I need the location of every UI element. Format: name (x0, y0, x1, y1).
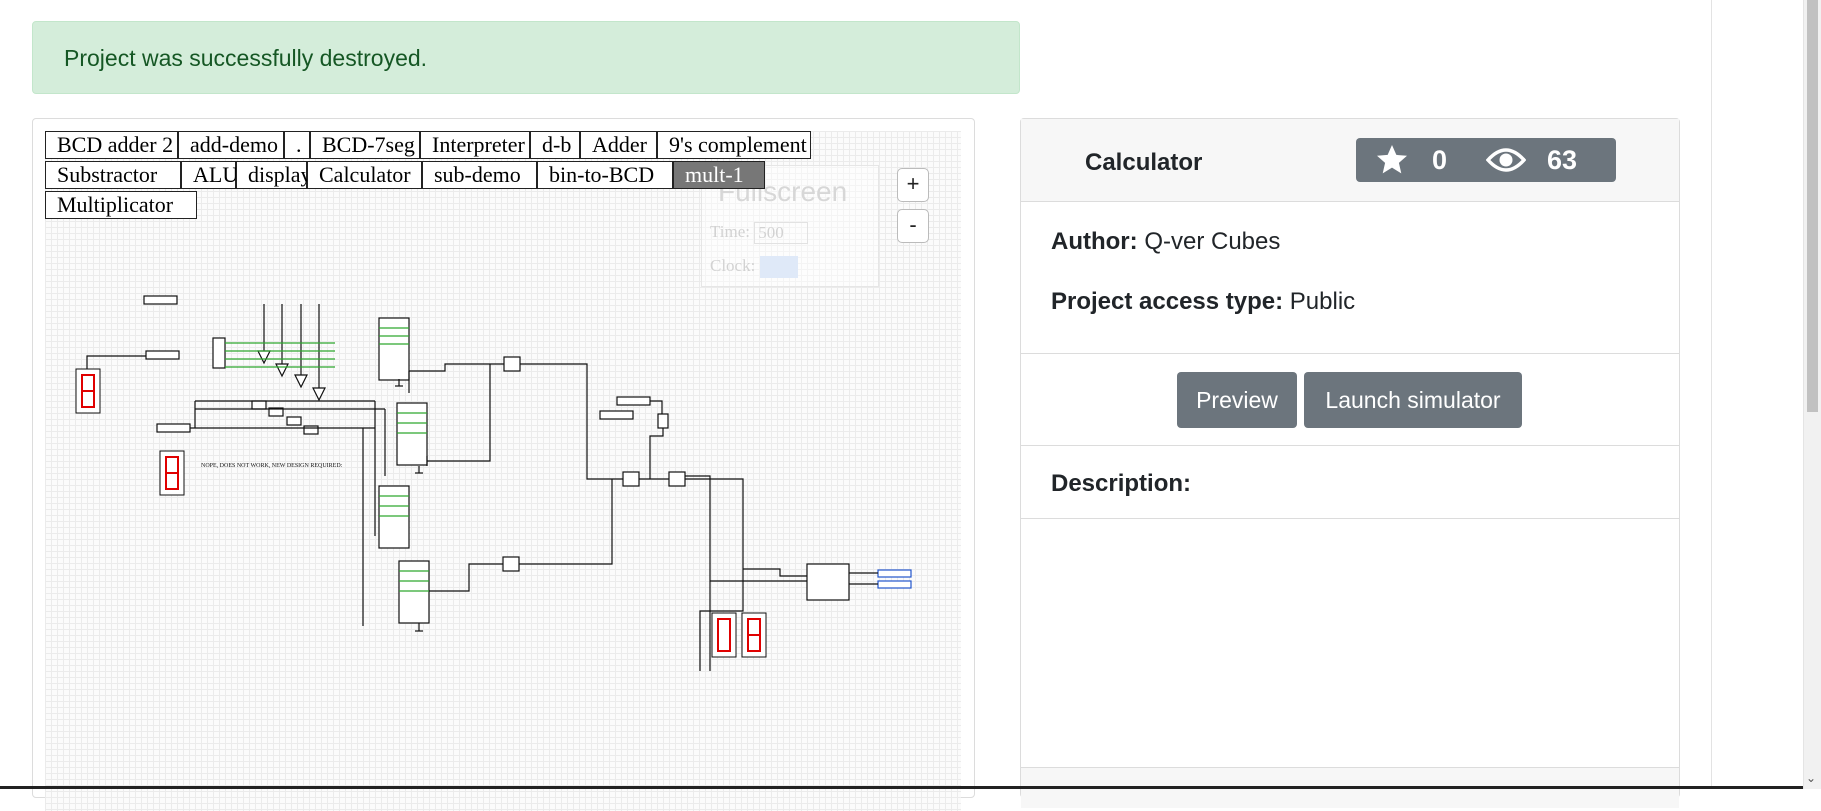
time-label: Time: (710, 222, 751, 241)
circuit-tab[interactable]: add-demo (178, 131, 284, 159)
time-input[interactable]: 500 (754, 222, 809, 245)
circuit-tab[interactable]: bin-to-BCD (537, 161, 673, 189)
author-name[interactable]: Q-ver Cubes (1144, 228, 1280, 255)
description-label: Description: (1051, 470, 1192, 497)
author-label: Author: (1051, 228, 1138, 255)
circuit-tab[interactable]: ALU (181, 161, 238, 189)
scrollbar-thumb[interactable] (1807, 0, 1818, 412)
project-header: Calculator 0 63 (1021, 119, 1679, 202)
circuit-tab[interactable]: d-b (530, 131, 580, 159)
circuit-tab[interactable]: sub-demo (422, 161, 537, 189)
author-line: Author: Q-ver Cubes (1051, 228, 1280, 256)
clock-label: Clock: (710, 256, 756, 275)
circuit-tab[interactable]: Adder (580, 131, 657, 159)
project-stats-badge: 0 63 (1356, 138, 1616, 182)
stars-count: 0 (1432, 145, 1448, 175)
circuit-tab[interactable]: Multiplicator (45, 191, 197, 219)
circuit-tab[interactable]: Calculator (307, 161, 422, 189)
circuit-tab[interactable]: . (284, 131, 310, 159)
access-type-value: Public (1289, 288, 1356, 315)
clock-control: Clock: (710, 256, 798, 279)
views-count: 63 (1547, 145, 1578, 175)
page-divider (1711, 0, 1712, 789)
simulator-card: NOPE, DOES NOT WORK, NEW DESIGN REQUIRED… (32, 118, 975, 811)
time-control: Time: 500 (710, 222, 809, 245)
circuit-tab[interactable]: Interpreter (420, 131, 530, 159)
success-alert: Project was successfully destroyed. (32, 21, 1020, 94)
clock-indicator[interactable] (759, 256, 798, 279)
project-info-card: Calculator 0 63 Author: Q-ver Cubes Proj… (1020, 118, 1680, 808)
circuit-tab[interactable]: display (236, 161, 312, 189)
project-details: Author: Q-ver Cubes Project access type:… (1021, 202, 1679, 354)
scroll-down-icon[interactable]: ⌄ (1806, 771, 1816, 785)
alert-message: Project was successfully destroyed. (64, 45, 428, 71)
access-type-line: Project access type: Public (1051, 288, 1355, 316)
project-title: Calculator (1085, 149, 1203, 176)
circuit-tab[interactable]: BCD adder 2 (45, 131, 178, 159)
simulator-canvas[interactable]: NOPE, DOES NOT WORK, NEW DESIGN REQUIRED… (45, 131, 961, 811)
page-scrollbar[interactable]: ⌄ (1803, 0, 1821, 789)
action-buttons: Preview Launch simulator (1021, 354, 1679, 446)
preview-button[interactable]: Preview (1177, 372, 1297, 428)
launch-simulator-button[interactable]: Launch simulator (1304, 372, 1522, 428)
eye-icon (1485, 146, 1527, 181)
circuit-note: NOPE, DOES NOT WORK, NEW DESIGN REQUIRED… (201, 463, 343, 469)
description-section: Description: (1021, 446, 1679, 519)
zoom-in-button[interactable]: + (897, 168, 929, 202)
access-type-label: Project access type: (1051, 288, 1284, 315)
circuit-tab[interactable]: 9's complement (657, 131, 811, 159)
zoom-out-button[interactable]: - (897, 209, 929, 243)
circuit-tab[interactable]: mult-1 (673, 161, 765, 189)
star-icon[interactable] (1374, 142, 1410, 185)
circuit-tab[interactable]: BCD-7seg (310, 131, 420, 159)
circuit-tab[interactable]: Substractor (45, 161, 181, 189)
